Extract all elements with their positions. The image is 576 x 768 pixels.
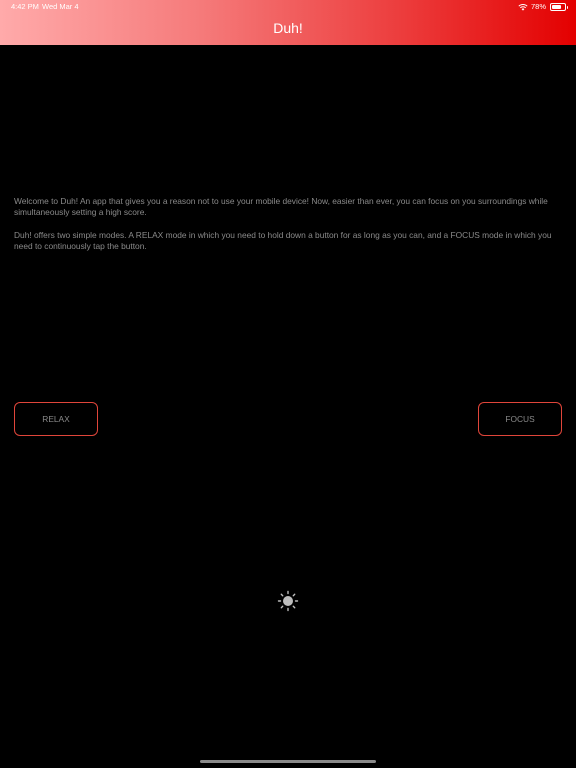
wifi-icon — [518, 4, 528, 11]
relax-button[interactable]: RELAX — [14, 402, 98, 436]
battery-fill — [552, 5, 561, 9]
app-screen: 4:42 PM Wed Mar 4 78% Duh! Welcome to Du… — [0, 0, 576, 768]
activity-spinner-icon — [277, 590, 299, 612]
intro-paragraph-welcome: Welcome to Duh! An app that gives you a … — [14, 196, 548, 218]
intro-paragraph-modes: Duh! offers two simple modes. A RELAX mo… — [14, 229, 552, 252]
status-date: Wed Mar 4 — [42, 2, 79, 11]
status-indicators: 78% — [518, 0, 568, 14]
page-title: Duh! — [273, 20, 303, 36]
battery-icon — [550, 3, 568, 11]
focus-button[interactable]: FOCUS — [478, 402, 562, 436]
battery-percentage: 78% — [530, 2, 546, 11]
intro-text: Welcome to Duh! An app that gives you a … — [14, 196, 566, 264]
home-indicator[interactable] — [200, 760, 376, 763]
status-time: 4:42 PM — [11, 2, 39, 11]
navigation-header: 4:42 PM Wed Mar 4 78% Duh! — [0, 0, 576, 45]
status-bar: 4:42 PM Wed Mar 4 78% — [0, 0, 576, 14]
